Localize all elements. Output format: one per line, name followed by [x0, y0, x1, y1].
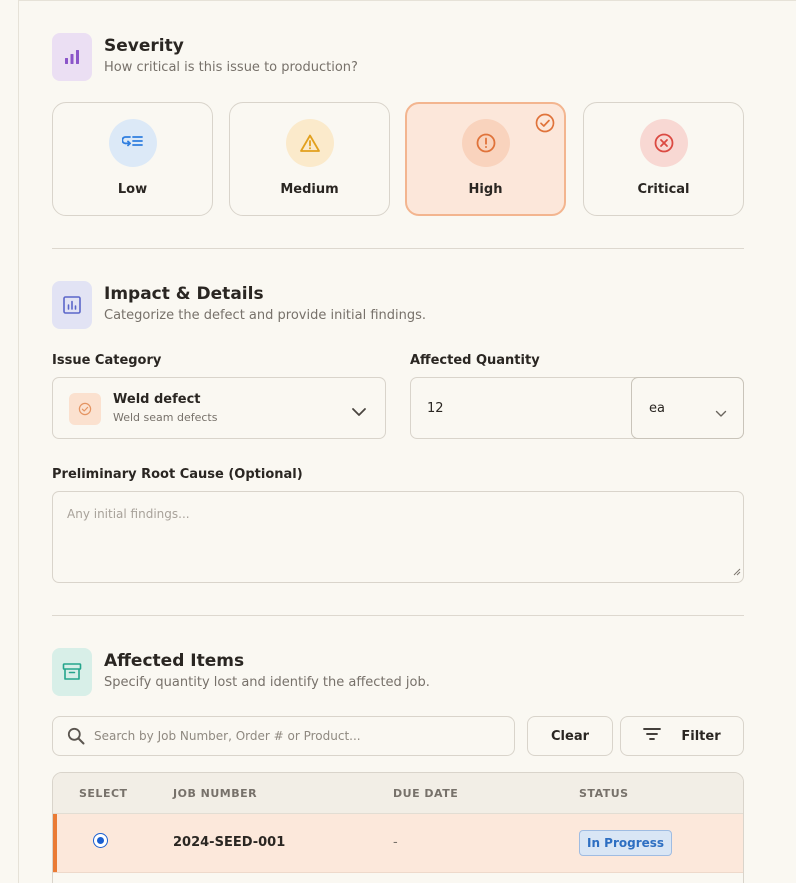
search-icon [67, 727, 85, 749]
impact-header: Impact & Details Categorize the defect a… [52, 281, 426, 329]
severity-option-low[interactable]: Low [52, 102, 213, 216]
section-divider [52, 615, 744, 616]
filter-button[interactable]: Filter [620, 716, 744, 756]
row-select-radio[interactable] [93, 833, 108, 848]
impact-subtitle: Categorize the defect and provide initia… [104, 308, 427, 323]
job-search-input[interactable]: Search by Job Number, Order # or Product… [52, 716, 515, 756]
check-circle-icon [535, 113, 555, 137]
list-low-icon [108, 119, 157, 167]
quantity-input[interactable]: 12 ea [410, 377, 744, 439]
category-value: Weld defect [113, 392, 201, 407]
issue-category-label: Issue Category [52, 353, 162, 368]
bar-chart-icon [52, 33, 92, 81]
unit-value: ea [649, 401, 665, 416]
job-number-cell: 2024-SEED-001 [173, 835, 286, 850]
column-header-status[interactable]: STATUS [579, 787, 629, 800]
severity-header: Severity How critical is this issue to p… [52, 33, 358, 81]
column-header-select: SELECT [79, 787, 128, 800]
severity-options: Low Medium High Critical [52, 102, 744, 216]
affected-subtitle: Specify quantity lost and identify the a… [104, 675, 430, 690]
root-cause-label: Preliminary Root Cause (Optional) [52, 467, 303, 482]
table-row[interactable]: 2024-SEED-001 - In Progress [53, 814, 743, 873]
severity-title: Severity [104, 36, 184, 56]
filter-label: Filter [681, 728, 721, 744]
issue-category-select[interactable]: Weld defect Weld seam defects [52, 377, 386, 439]
severity-label-high: High [468, 182, 503, 197]
severity-option-high[interactable]: High [405, 102, 566, 216]
column-header-due-date[interactable]: DUE DATE [393, 787, 458, 800]
status-badge: In Progress [579, 830, 673, 856]
affected-quantity-label: Affected Quantity [410, 353, 540, 368]
column-header-job-number[interactable]: JOB NUMBER [173, 787, 257, 800]
severity-option-critical[interactable]: Critical [583, 102, 744, 216]
severity-label-medium: Medium [280, 182, 339, 197]
impact-title: Impact & Details [104, 284, 264, 304]
archive-box-icon [52, 648, 92, 696]
quantity-value: 12 [427, 401, 444, 416]
category-description: Weld seam defects [113, 411, 218, 424]
report-chart-icon [52, 281, 92, 329]
severity-option-medium[interactable]: Medium [229, 102, 390, 216]
unit-select[interactable]: ea [631, 377, 744, 439]
filter-icon [643, 727, 662, 745]
resize-grip-icon[interactable] [733, 561, 741, 580]
weld-check-icon [69, 393, 101, 425]
table-header: SELECT JOB NUMBER DUE DATE STATUS [53, 773, 743, 814]
search-placeholder: Search by Job Number, Order # or Product… [94, 729, 361, 743]
x-circle-icon [639, 119, 688, 167]
exclamation-circle-icon [461, 119, 510, 167]
chevron-down-icon [351, 402, 367, 421]
due-date-cell: - [393, 835, 398, 850]
warning-triangle-icon [285, 119, 334, 167]
row-selected-indicator [53, 814, 57, 872]
affected-jobs-table: SELECT JOB NUMBER DUE DATE STATUS 2024-S… [52, 772, 744, 883]
section-divider [52, 248, 744, 249]
severity-label-low: Low [117, 182, 148, 197]
root-cause-textarea[interactable]: Any initial findings... [52, 491, 744, 583]
severity-label-critical: Critical [637, 182, 690, 197]
clear-button[interactable]: Clear [527, 716, 613, 756]
root-cause-placeholder: Any initial findings... [67, 507, 190, 521]
affected-title: Affected Items [104, 651, 245, 671]
chevron-down-icon [715, 403, 727, 422]
affected-header: Affected Items Specify quantity lost and… [52, 648, 430, 696]
severity-subtitle: How critical is this issue to production… [104, 60, 358, 75]
